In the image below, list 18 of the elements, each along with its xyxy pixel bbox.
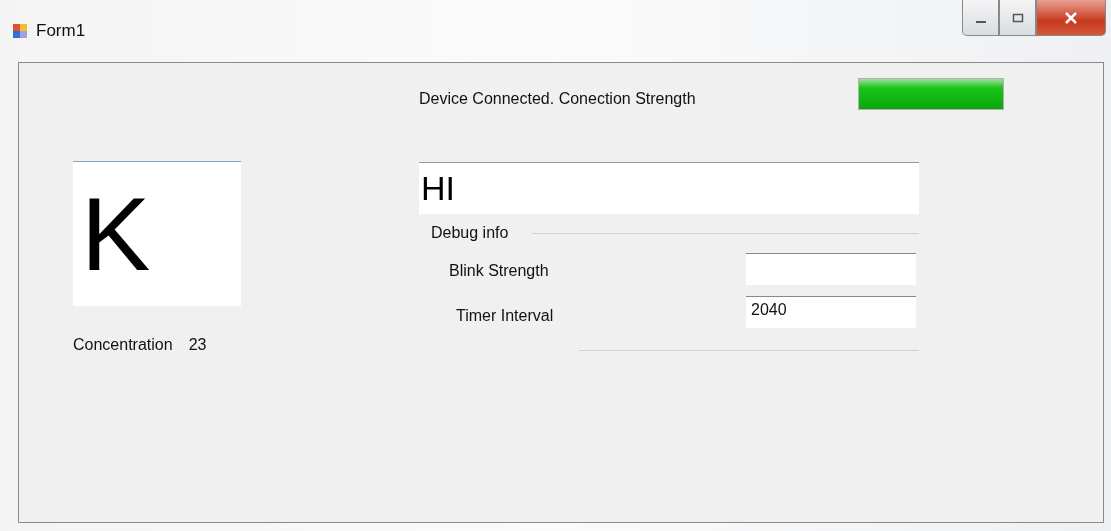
concentration-label: Concentration bbox=[73, 336, 173, 354]
window-title: Form1 bbox=[36, 21, 86, 41]
minimize-icon bbox=[975, 20, 986, 23]
field-label: Timer Interval bbox=[455, 307, 555, 325]
app-icon bbox=[12, 23, 28, 39]
maximize-icon bbox=[1011, 12, 1024, 23]
close-icon bbox=[1064, 11, 1078, 24]
connection-status-label: Device Connected. Conection Strength bbox=[419, 90, 696, 108]
minimize-button[interactable] bbox=[962, 0, 999, 36]
concentration-value: 23 bbox=[188, 336, 207, 354]
close-button[interactable] bbox=[1036, 0, 1106, 36]
text-field[interactable]: 2040 bbox=[746, 296, 916, 328]
message-field[interactable]: HI bbox=[419, 162, 919, 214]
maximize-button[interactable] bbox=[999, 0, 1036, 36]
letter-display: K bbox=[73, 161, 241, 306]
field-label: Blink Strength bbox=[448, 262, 550, 280]
text-field[interactable] bbox=[746, 253, 916, 285]
group-title: Debug info bbox=[431, 224, 509, 242]
